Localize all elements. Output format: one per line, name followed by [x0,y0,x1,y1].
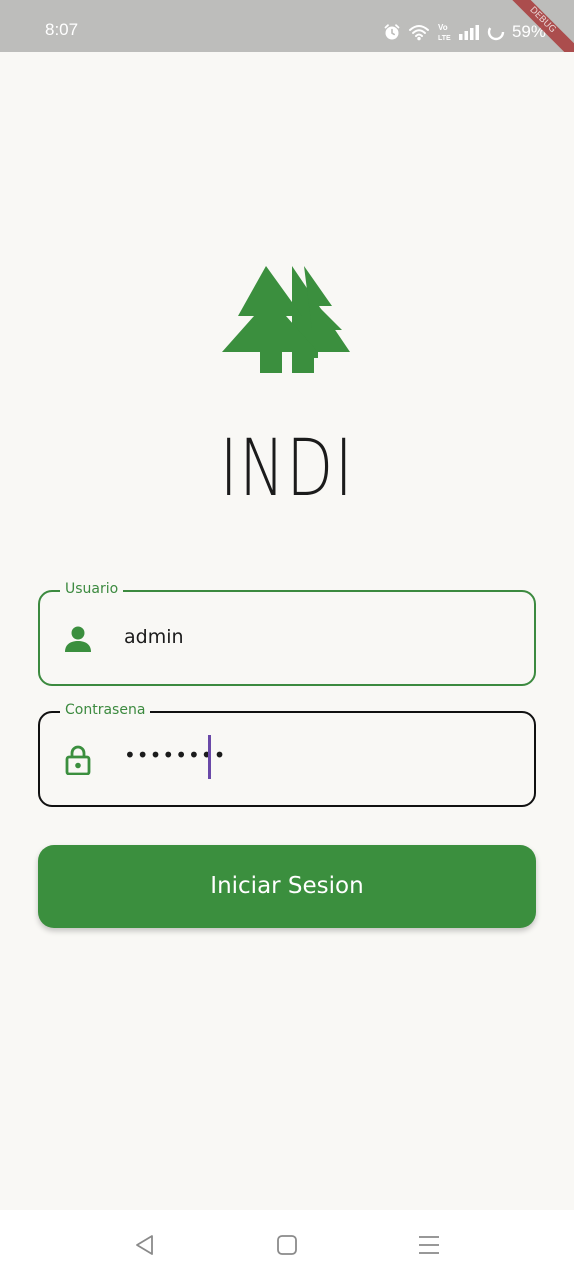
status-icons: Vo LTE 59% [383,18,546,46]
back-icon[interactable] [132,1232,158,1258]
login-button[interactable]: Iniciar Sesion [38,845,536,928]
login-screen: INDI Usuario admin Contrasena •••••••• I… [0,52,574,1210]
person-icon [65,626,91,652]
battery-icon [487,23,505,41]
volte-icon: Vo LTE [438,23,451,42]
svg-text:LTE: LTE [438,35,451,42]
navigation-bar [0,1210,574,1280]
password-field[interactable]: Contrasena •••••••• [38,702,536,807]
username-field[interactable]: Usuario admin [38,581,536,686]
status-bar: 8:07 Vo LTE 59% DEBUG [0,0,574,75]
alarm-icon [384,24,400,40]
menu-icon[interactable] [416,1232,442,1258]
lock-icon [65,745,91,775]
app-title: INDI [219,424,355,514]
status-time: 8:07 [45,20,79,39]
password-label: Contrasena [60,702,151,718]
password-input[interactable]: •••••••• [124,743,226,767]
wifi-icon [408,25,429,41]
pine-trees-logo [222,266,350,373]
home-icon[interactable] [274,1232,300,1258]
signal-icon [458,25,479,40]
username-label: Usuario [60,581,124,597]
svg-text:Vo: Vo [438,23,448,32]
username-input[interactable]: admin [124,626,184,648]
text-cursor [208,735,211,779]
